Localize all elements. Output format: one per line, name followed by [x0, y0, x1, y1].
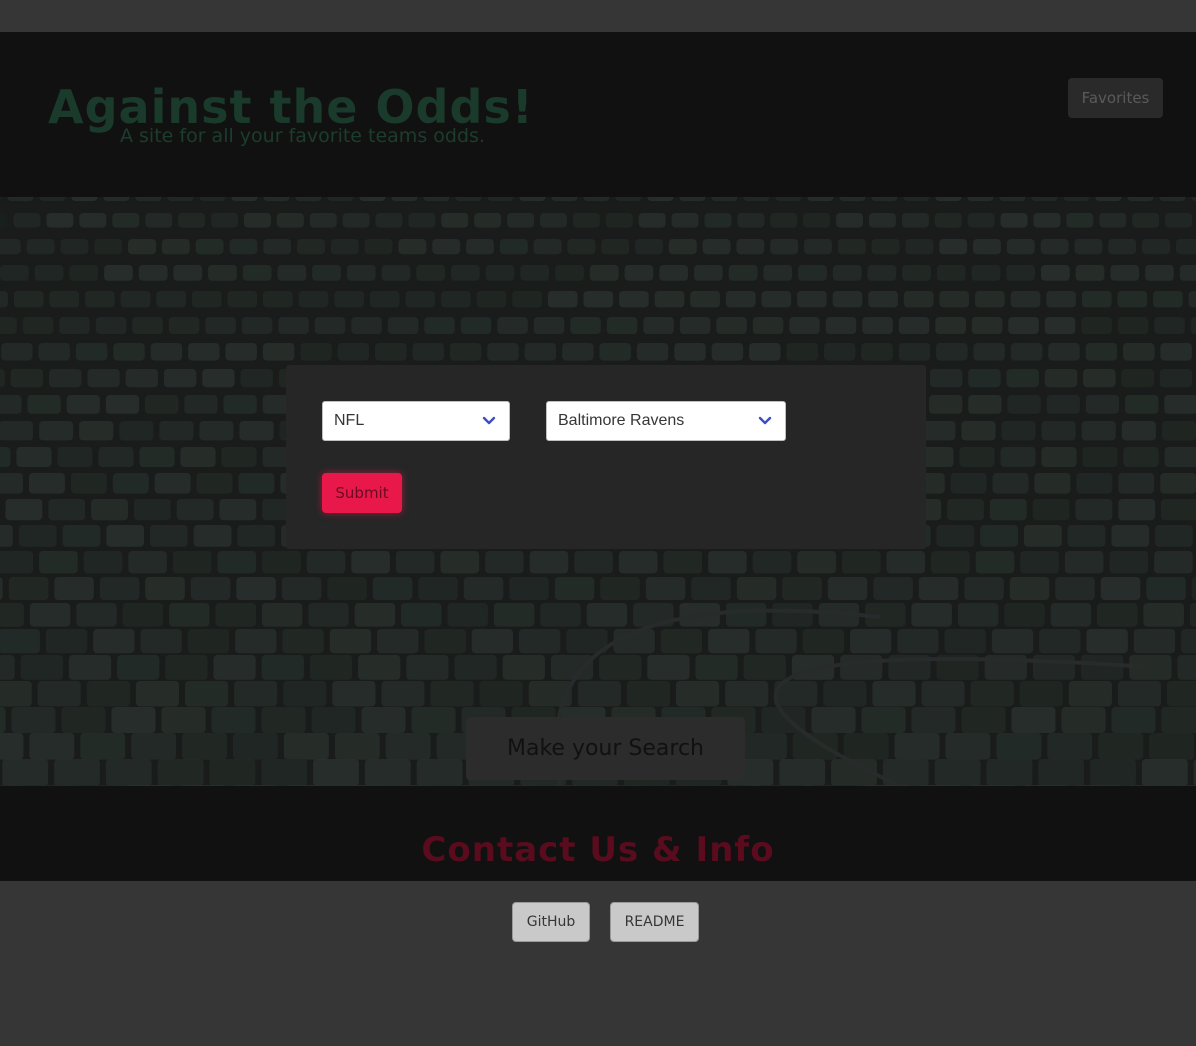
readme-button[interactable]: README: [610, 902, 699, 942]
league-select[interactable]: NFL: [322, 401, 510, 441]
make-search-button[interactable]: Make your Search: [466, 717, 745, 780]
favorites-button[interactable]: Favorites: [1068, 78, 1163, 118]
team-select[interactable]: Baltimore Ravens: [546, 401, 786, 441]
contact-section: Contact Us & Info: [0, 786, 1196, 881]
contact-title: Contact Us & Info: [421, 830, 775, 870]
team-select-value: Baltimore Ravens: [558, 412, 685, 429]
search-modal: NFL Baltimore Ravens Submit: [286, 365, 926, 549]
github-button[interactable]: GitHub: [512, 902, 590, 942]
site-header: Against the Odds! A site for all your fa…: [0, 32, 1196, 197]
chevron-down-icon: [482, 416, 496, 425]
site-subtitle: A site for all your favorite teams odds.: [120, 125, 485, 147]
top-bar: [0, 0, 1196, 32]
chevron-down-icon: [758, 416, 772, 425]
submit-button[interactable]: Submit: [322, 473, 402, 513]
league-select-value: NFL: [334, 412, 365, 429]
